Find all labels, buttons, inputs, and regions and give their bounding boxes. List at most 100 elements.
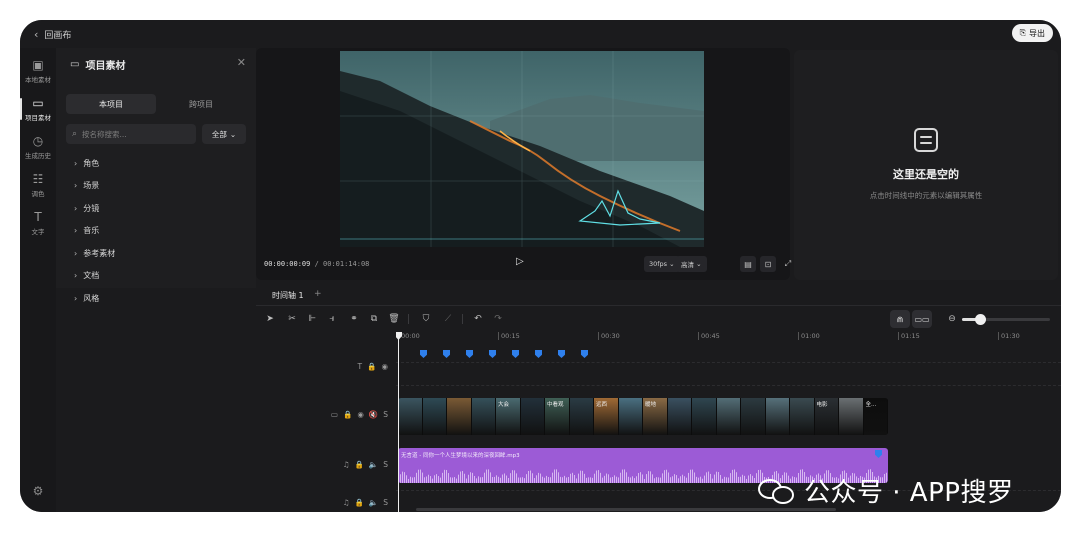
waveform-bar bbox=[414, 477, 415, 483]
zoom-in-icon[interactable]: ⊕ bbox=[1056, 311, 1061, 327]
magnet-snap-icon[interactable]: ⋒ bbox=[890, 310, 910, 328]
filter-dropdown[interactable]: 全部 ⌄ bbox=[202, 124, 246, 144]
solo-label[interactable]: S bbox=[383, 460, 388, 469]
solo-label[interactable]: S bbox=[383, 498, 388, 507]
zoom-slider-thumb[interactable] bbox=[974, 314, 986, 325]
timeline-marker[interactable] bbox=[420, 350, 427, 358]
video-clip[interactable] bbox=[398, 398, 423, 435]
video-clip-label: 电影 bbox=[816, 402, 828, 408]
export-button[interactable]: ⎘ 导出 bbox=[1011, 24, 1053, 42]
video-clip[interactable]: 电影 bbox=[814, 398, 839, 435]
text-icon[interactable]: T bbox=[358, 362, 363, 371]
video-clip[interactable]: 中看观 bbox=[545, 398, 570, 435]
audio-marker[interactable] bbox=[875, 450, 882, 458]
zoom-slider[interactable] bbox=[962, 314, 1050, 325]
ratio-icon[interactable]: ⊡ bbox=[760, 256, 776, 272]
tree-item-music[interactable]: › 音乐 bbox=[74, 220, 115, 243]
timeline-marker[interactable] bbox=[581, 350, 588, 358]
duplicate-icon[interactable]: ⧉ bbox=[366, 311, 382, 327]
properties-icon bbox=[914, 128, 938, 152]
video-clip[interactable] bbox=[618, 398, 643, 435]
sidebar-item-color[interactable]: ☷ 调色 bbox=[20, 166, 56, 204]
sidebar-item-history[interactable]: ◷ 生成历史 bbox=[20, 128, 56, 166]
playhead[interactable] bbox=[398, 332, 399, 512]
tab-cross-project[interactable]: 跨项目 bbox=[156, 94, 246, 114]
mute-icon[interactable]: 🔇 bbox=[369, 410, 378, 419]
tree-item-characters[interactable]: › 角色 bbox=[74, 152, 115, 175]
close-icon[interactable]: ✕ bbox=[237, 56, 246, 69]
speaker-icon[interactable]: 🔈 bbox=[369, 498, 378, 507]
sidebar-item-local-assets[interactable]: ▣ 本地素材 bbox=[20, 52, 56, 90]
eye-icon[interactable]: ◉ bbox=[381, 362, 388, 371]
video-clip[interactable] bbox=[447, 398, 472, 435]
time-ruler[interactable]: 00:00 00:15 00:30 00:45 01:00 01:15 01:3… bbox=[396, 332, 1061, 346]
select-tool-icon[interactable]: ➤ bbox=[262, 311, 278, 327]
tree-item-style[interactable]: › 风格 bbox=[74, 287, 115, 310]
music-icon[interactable]: ♫ bbox=[343, 498, 350, 507]
video-frame[interactable] bbox=[340, 51, 704, 247]
tree-item-reference[interactable]: › 参考素材 bbox=[74, 242, 115, 265]
video-clip[interactable]: 远西 bbox=[594, 398, 619, 435]
link-icon[interactable]: ⚭ bbox=[346, 311, 362, 327]
video-clip[interactable] bbox=[471, 398, 496, 435]
lock-icon[interactable]: 🔒 bbox=[343, 410, 352, 419]
tree-item-storyboard[interactable]: › 分镜 bbox=[74, 197, 115, 220]
video-clip[interactable]: 大会 bbox=[496, 398, 521, 435]
sidebar-item-project-assets[interactable]: ▭ 项目素材 bbox=[20, 90, 56, 128]
video-clip[interactable] bbox=[667, 398, 692, 435]
video-clip[interactable] bbox=[569, 398, 594, 435]
back-to-canvas-button[interactable]: ‹ 回画布 bbox=[34, 28, 71, 41]
tree-item-documents[interactable]: › 文档 bbox=[74, 265, 115, 288]
split-icon[interactable]: ✂ bbox=[284, 311, 300, 327]
video-clip[interactable] bbox=[765, 398, 790, 435]
waveform-bar bbox=[622, 469, 623, 483]
timeline-marker[interactable] bbox=[466, 350, 473, 358]
text-track[interactable] bbox=[396, 362, 1061, 386]
sidebar-item-text[interactable]: T 文字 bbox=[20, 204, 56, 242]
redo-icon[interactable]: ↷ bbox=[490, 311, 506, 327]
eye-icon[interactable]: ◉ bbox=[357, 410, 364, 419]
video-clip[interactable] bbox=[520, 398, 545, 435]
timeline-marker[interactable] bbox=[489, 350, 496, 358]
video-clip[interactable]: 全... bbox=[863, 398, 888, 435]
lock-icon[interactable]: 🔒 bbox=[355, 498, 364, 507]
zoom-out-icon[interactable]: ⊖ bbox=[944, 311, 960, 327]
shield-icon[interactable]: ⛉ bbox=[418, 311, 434, 327]
search-input[interactable]: ⌕ 按名称搜索... bbox=[66, 124, 196, 144]
trim-right-icon[interactable]: ⫣ bbox=[324, 311, 340, 327]
timeline-marker[interactable] bbox=[535, 350, 542, 358]
gear-icon[interactable]: ⚙ bbox=[20, 484, 56, 498]
subtitle-toggle-icon[interactable]: ▤ bbox=[740, 256, 756, 272]
lock-icon[interactable]: 🔒 bbox=[367, 362, 376, 371]
solo-label[interactable]: S bbox=[383, 410, 388, 419]
trim-left-icon[interactable]: ⊩ bbox=[304, 311, 320, 327]
video-clip[interactable] bbox=[422, 398, 447, 435]
add-timeline-button[interactable]: + bbox=[314, 289, 322, 299]
link-clips-icon[interactable]: ▭▭ bbox=[912, 310, 932, 328]
delete-icon[interactable]: 🗑 bbox=[386, 311, 402, 327]
timeline-marker[interactable] bbox=[512, 350, 519, 358]
quality-dropdown[interactable]: 高清 ⌄ bbox=[676, 256, 707, 272]
watermark: 公众号 · APP搜罗 bbox=[758, 472, 1013, 509]
video-clip[interactable]: 暖地 bbox=[643, 398, 668, 435]
music-icon[interactable]: ♫ bbox=[343, 460, 350, 469]
video-clip[interactable] bbox=[692, 398, 717, 435]
fps-dropdown[interactable]: 30fps ⌄ bbox=[644, 256, 680, 272]
video-clip[interactable] bbox=[790, 398, 815, 435]
tree-item-scenes[interactable]: › 场景 bbox=[74, 175, 115, 198]
timeline-marker[interactable] bbox=[443, 350, 450, 358]
tab-timeline-1[interactable]: 时间轴 1 bbox=[266, 284, 310, 306]
curve-icon[interactable]: ⟋ bbox=[440, 311, 456, 327]
sliders-icon: ☷ bbox=[32, 172, 44, 186]
video-clip[interactable] bbox=[741, 398, 766, 435]
play-button[interactable]: ▷ bbox=[516, 256, 524, 267]
speaker-icon[interactable]: 🔈 bbox=[369, 460, 378, 469]
video-clip[interactable] bbox=[716, 398, 741, 435]
timeline-marker[interactable] bbox=[558, 350, 565, 358]
video-clip[interactable] bbox=[839, 398, 864, 435]
lock-icon[interactable]: 🔒 bbox=[355, 460, 364, 469]
undo-icon[interactable]: ↶ bbox=[470, 311, 486, 327]
tab-this-project[interactable]: 本项目 bbox=[66, 94, 156, 114]
camera-icon[interactable]: ▭ bbox=[331, 410, 338, 419]
timeline-tabs: 时间轴 1 + bbox=[256, 284, 1061, 306]
